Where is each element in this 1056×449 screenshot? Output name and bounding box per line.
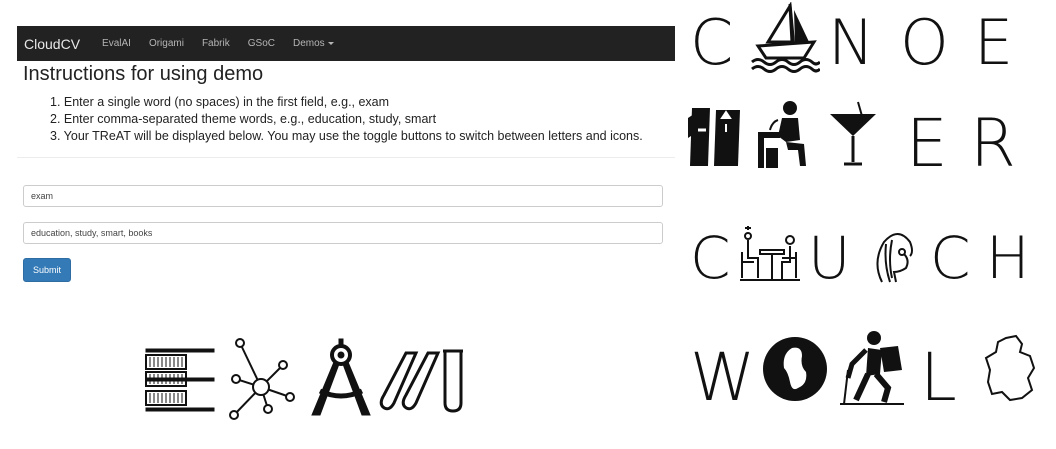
- hiker-icon: [840, 331, 904, 405]
- submit-button[interactable]: Submit: [23, 258, 71, 282]
- example-letter: E: [906, 105, 948, 182]
- water-glasses-icon: [688, 108, 740, 166]
- drinking-fountain-icon: [758, 101, 806, 168]
- example-letter: C: [690, 6, 734, 79]
- nav-item-demos-label: Demos: [292, 38, 325, 49]
- globe-map-icon: [763, 337, 827, 401]
- people-at-table-icon: [740, 226, 800, 281]
- example-letter: N: [828, 6, 875, 79]
- example-letter: O: [900, 6, 949, 79]
- nav-item-gsoc[interactable]: GSoC: [248, 38, 275, 49]
- instruction-list: 1. Enter a single word (no spaces) in th…: [50, 94, 643, 145]
- test-tubes-icon[interactable]: [379, 349, 463, 413]
- nav-item-origami[interactable]: Origami: [149, 38, 184, 49]
- example-letter: L: [920, 339, 957, 416]
- example-letter: C: [690, 224, 731, 292]
- woman-profile-icon: [876, 233, 913, 283]
- nav-dropdown-demos[interactable]: Demos: [293, 38, 334, 49]
- compass-drafting-icon[interactable]: [311, 338, 371, 416]
- nav-item-fabrik[interactable]: Fabrik: [202, 38, 230, 49]
- example-letter: U: [808, 224, 851, 292]
- instruction-step: 1. Enter a single word (no spaces) in th…: [50, 95, 390, 109]
- page-title: Instructions for using demo: [23, 63, 264, 85]
- top-navbar: CloudCV EvalAI Origami Fabrik GSoC Demos: [17, 26, 675, 61]
- instruction-step: 3. Your TReAT will be displayed below. Y…: [50, 129, 643, 143]
- example-letter: C: [930, 224, 971, 292]
- molecule-network-icon[interactable]: [229, 338, 295, 420]
- example-letter: R: [970, 105, 1016, 182]
- example-letter: E: [974, 6, 1014, 79]
- martini-glass-icon: [830, 101, 876, 166]
- sailboat-icon: [751, 2, 820, 73]
- books-stack-icon[interactable]: [145, 348, 215, 412]
- caret-down-icon: [327, 41, 334, 45]
- theme-words-input[interactable]: [23, 222, 663, 244]
- divider: [17, 157, 675, 158]
- country-map-icon: [984, 334, 1036, 402]
- word-input[interactable]: [23, 185, 663, 207]
- example-letter: W: [690, 339, 756, 416]
- treat-result: [140, 335, 480, 423]
- navbar-brand[interactable]: CloudCV: [24, 36, 80, 52]
- example-letter: H: [986, 224, 1030, 292]
- instruction-step: 2. Enter comma-separated theme words, e.…: [50, 112, 437, 126]
- nav-item-evalai[interactable]: EvalAI: [102, 38, 131, 49]
